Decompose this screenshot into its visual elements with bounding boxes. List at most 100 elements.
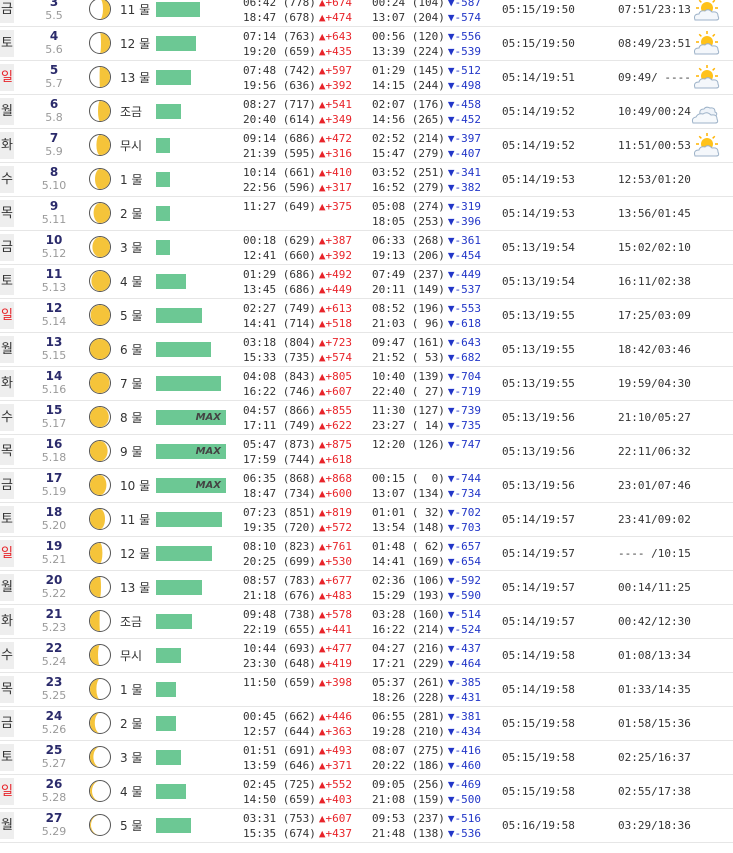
sunrise-sunset: 05:13/19:56 [502,411,575,424]
high-tide-line: 06:42 (778) ▲+674 [243,0,352,10]
lunar-date: 5.13 [41,281,67,294]
high-change: ▲+483 [318,589,352,602]
tide-name: 6 물 [120,343,143,357]
low-time-level: 11:30 (127) [372,404,445,417]
high-time-level: 18:47 (734) [243,487,316,500]
low-time-level: 03:28 (160) [372,608,445,621]
high-tide-line: 13:45 (686) ▲+449 [243,282,352,297]
high-time-level: 21:18 (676) [243,589,316,602]
low-tide-line: 16:22 (214) ▼-524 [372,622,481,637]
sunrise-sunset: 05:15/19:58 [502,751,575,764]
low-tide-line: 15:29 (193) ▼-590 [372,588,481,603]
low-tide-line: 07:49 (237) ▼-449 [372,267,481,282]
low-change: ▼-516 [447,812,481,825]
tide-row: 토 18 5.20 11 물 07:23 (851) ▲+819 19:35 (720) ▲+… [0,503,733,537]
high-tide-line: 08:10 (823) ▲+761 [243,539,352,554]
low-tide-line: 14:15 (244) ▼-498 [372,78,481,93]
tide-strength-bar [156,750,181,765]
low-tide-line: 09:47 (161) ▼-643 [372,335,481,350]
lunar-date: 5.14 [41,315,67,328]
tide-name: 12 물 [120,37,151,51]
weekday-label: 목 [0,438,14,465]
tide-name: 조금 [120,105,143,119]
low-tide-line: 06:33 (268) ▼-361 [372,233,481,248]
low-tide-cell: 01:48 ( 62) ▼-657 14:41 (169) ▼-654 [372,539,481,569]
high-tide-line: 04:57 (866) ▲+855 [243,403,352,418]
low-time-level: 14:56 (265) [372,113,445,126]
sunrise-sunset: 05:14/19:52 [502,105,575,118]
low-change: ▼-643 [447,336,481,349]
lunar-date: 5.10 [41,179,67,192]
high-tide-line: 22:56 (596) ▲+317 [243,180,352,195]
sunrise-sunset: 05:15/19:58 [502,785,575,798]
moonrise-moonset: 01:33/14:35 [618,683,691,696]
moonrise-moonset: 17:25/03:09 [618,309,691,322]
weekday-label: 토 [0,30,14,57]
low-time-level: 20:22 (186) [372,759,445,772]
lunar-date: 5.26 [41,723,67,736]
low-change: ▼-498 [447,79,481,92]
solar-day: 23 [45,675,63,689]
tide-name: 9 물 [120,445,143,459]
low-tide-line: 00:15 ( 0) ▼-744 [372,471,481,486]
low-time-level: 09:53 (237) [372,812,445,825]
high-time-level: 15:35 (674) [243,827,316,840]
low-time-level: 02:52 (214) [372,132,445,145]
sunrise-sunset: 05:14/19:53 [502,207,575,220]
low-time-level: 09:05 (256) [372,778,445,791]
weekday-label: 월 [0,336,14,363]
tide-name: 7 물 [120,377,143,391]
tide-strength-bar [156,648,181,663]
moon-phase-icon [89,0,111,20]
sunrise-sunset: 05:14/19:57 [502,547,575,560]
high-time-level: 19:35 (720) [243,521,316,534]
tide-name: 11 물 [120,3,151,17]
tide-strength-bar: MAX [156,478,226,493]
tide-strength-bar [156,342,211,357]
moonrise-moonset: 07:51/23:13 [618,3,691,16]
solar-day: 4 [49,29,59,43]
low-time-level: 15:47 (279) [372,147,445,160]
high-time-level: 18:47 (678) [243,11,316,24]
sunrise-sunset: 05:13/19:54 [502,241,575,254]
lunar-date: 5.20 [41,519,67,532]
low-time-level: 14:15 (244) [372,79,445,92]
high-change: ▲+643 [318,30,352,43]
high-change: ▲+492 [318,268,352,281]
moon-phase-icon [89,542,111,564]
high-change: ▲+552 [318,778,352,791]
tide-row: 화 14 5.16 7 물 04:08 (843) ▲+805 16:22 (746) ▲+6… [0,367,733,401]
moonrise-moonset: 13:56/01:45 [618,207,691,220]
low-time-level: 05:08 (274) [372,200,445,213]
cloudy-icon [691,106,719,124]
lunar-date: 5.24 [41,655,67,668]
tide-row: 토 4 5.6 12 물 07:14 (763) ▲+643 19:20 (659) ▲+43… [0,27,733,61]
tide-row: 일 5 5.7 13 물 07:48 (742) ▲+597 19:56 (636) ▲+39… [0,61,733,95]
tide-row: 금 17 5.19 10 물 MAX 06:35 (868) ▲+868 18:47 (734… [0,469,733,503]
low-tide-line: 13:39 (224) ▼-539 [372,44,481,59]
lunar-date: 5.8 [45,111,63,124]
low-change: ▼-587 [447,0,481,9]
weekday-label: 월 [0,98,14,125]
moon-phase-icon [89,712,111,734]
solar-day: 13 [45,335,63,349]
tide-name: 11 물 [120,513,151,527]
high-time-level: 12:41 (660) [243,249,316,262]
sunrise-sunset: 05:13/19:56 [502,445,575,458]
tide-row: 월 6 5.8 조금 08:27 (717) ▲+541 20:40 (614) ▲+349 0… [0,95,733,129]
high-time-level: 01:29 (686) [243,268,316,281]
high-change: ▲+493 [318,744,352,757]
solar-day: 24 [45,709,63,723]
tide-strength-bar [156,614,192,629]
low-tide-line: 05:37 (261) ▼-385 [372,675,481,690]
high-tide-line: 12:57 (644) ▲+363 [243,724,352,739]
tide-row: 월 13 5.15 6 물 03:18 (804) ▲+723 15:33 (735) ▲+5… [0,333,733,367]
low-change: ▼-536 [447,827,481,840]
solar-day: 17 [45,471,63,485]
low-time-level: 02:36 (106) [372,574,445,587]
low-tide-line: 18:05 (253) ▼-396 [372,214,481,229]
solar-day: 6 [49,97,59,111]
moonrise-moonset: 22:11/06:32 [618,445,691,458]
moon-phase-icon [89,780,111,802]
tide-strength-bar [156,2,200,17]
